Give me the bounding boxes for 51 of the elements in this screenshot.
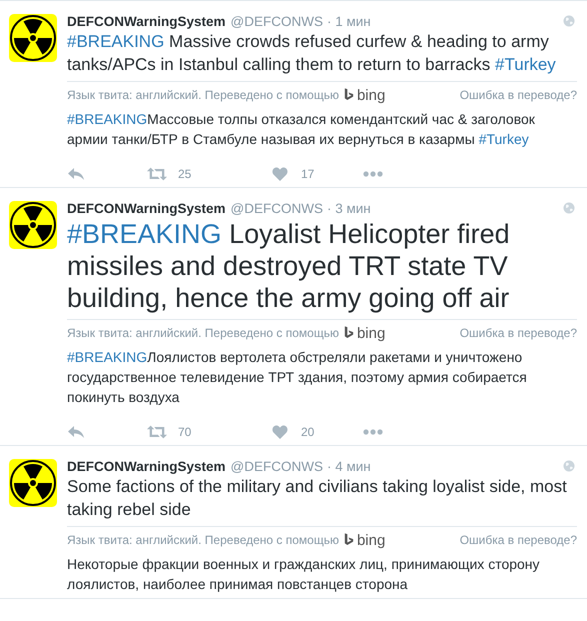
hashtag-link[interactable]: #BREAKING [67, 349, 148, 365]
b-logo-icon [344, 326, 354, 340]
retweet-icon[interactable] [147, 167, 167, 181]
translation-note: Язык твита: английский. Переведено с помощью [67, 533, 339, 547]
like-count: 17 [301, 167, 316, 181]
more-icon[interactable] [363, 171, 383, 177]
radiation-avatar-icon[interactable] [9, 14, 57, 62]
tweet-text: #BREAKING Massive crowds refused curfew & heading to army tanks/APCs in Istanbul calling them to return to barracks #Turkey [67, 30, 577, 82]
user-name[interactable]: DEFCONWarningSystem [67, 200, 226, 216]
hashtag-link[interactable]: #Turkey [478, 131, 529, 147]
hashtag-link[interactable]: #BREAKING [67, 111, 148, 127]
translator-name: bing [356, 324, 386, 342]
radiation-avatar-icon[interactable] [9, 459, 57, 507]
translation-note: Язык твита: английский. Переведено с помощью [67, 88, 339, 102]
hashtag-link[interactable]: #BREAKING [67, 32, 164, 51]
user-handle[interactable]: @DEFCONWS [230, 458, 323, 474]
b-logo-icon [344, 533, 354, 547]
user-name[interactable]: DEFCONWarningSystem [67, 458, 226, 474]
globe-icon [563, 202, 575, 214]
user-name[interactable]: DEFCONWarningSystem [67, 14, 226, 28]
translator-name: bing [356, 86, 386, 104]
translated-text: #BREAKINGЛоялистов вертолета обстреляли ракетами и уничтожено государственное телевидение ТРТ здания, поэтому армия собирается покинуть воздуха [67, 348, 528, 407]
retweet-icon[interactable] [147, 425, 167, 439]
heart-icon[interactable] [270, 425, 290, 439]
heart-icon[interactable] [270, 167, 290, 181]
tweet-time[interactable]: · 3 мин [326, 200, 371, 216]
retweet-count: 70 [178, 425, 192, 439]
translated-text: Некоторые фракции военных и гражданских лиц, принимающих сторону лоялистов, наиболее принимая повстанцев сторона [67, 555, 541, 594]
reply-icon[interactable] [67, 425, 85, 439]
b-logo-icon [344, 88, 354, 102]
radiation-avatar-icon[interactable] [9, 201, 57, 249]
hashtag-link[interactable]: #Turkey [495, 55, 556, 74]
globe-icon [563, 15, 575, 27]
report-translation-link[interactable]: Ошибка в переводе? [460, 326, 577, 340]
tweet-text: Some factions of the military and civilians taking loyalist side, most taking rebel side [67, 475, 577, 527]
globe-icon [563, 460, 575, 472]
report-translation-link[interactable]: Ошибка в переводе? [460, 533, 577, 547]
more-icon[interactable] [363, 429, 383, 435]
translation-note: Язык твита: английский. Переведено с помощью [67, 326, 339, 340]
tweet-time[interactable]: · 1 мин [326, 14, 371, 28]
translator-name: bing [356, 532, 386, 548]
report-translation-link[interactable]: Ошибка в переводе? [460, 88, 577, 102]
hashtag-link[interactable]: #BREAKING [67, 219, 222, 249]
translated-text: #BREAKINGМассовые толпы отказался комендантский час & заголовок армии танки/БТР в Стамбуле называя их вернуться в казармы #Turkey [67, 110, 536, 149]
like-count: 20 [301, 425, 316, 439]
reply-icon[interactable] [67, 167, 85, 181]
tweet-text: #BREAKING Loyalist Helicopter fired missiles and destroyed TRT state TV building, hence the army going off air [67, 217, 577, 320]
retweet-count: 25 [178, 167, 192, 181]
tweet-time[interactable]: · 4 мин [326, 458, 371, 474]
user-handle[interactable]: @DEFCONWS [230, 14, 323, 28]
user-handle[interactable]: @DEFCONWS [230, 200, 323, 216]
